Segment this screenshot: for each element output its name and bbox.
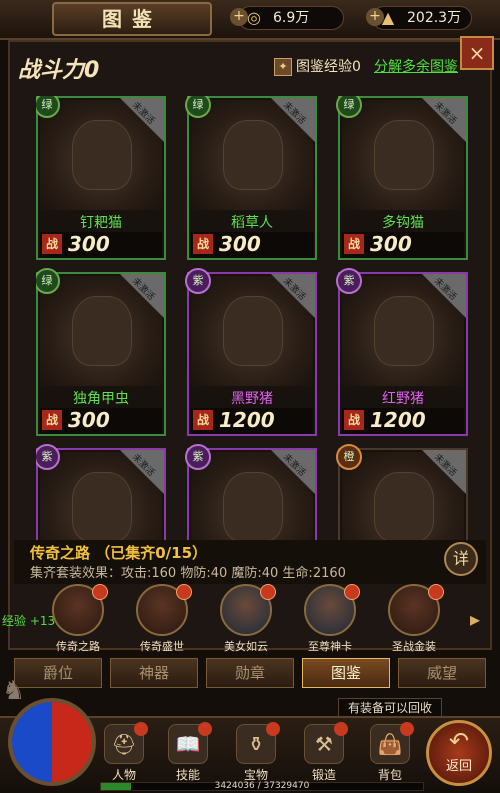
add-ingot-button[interactable]: + — [366, 8, 384, 26]
power-value: 300 — [68, 232, 110, 256]
menu-treasure-button[interactable]: ⚱ 宝物 — [228, 722, 284, 784]
notification-dot-icon — [344, 584, 360, 600]
resource-gold-display: ◎ 6.9万 — [238, 6, 344, 30]
set-item-label: 传奇之路 — [56, 640, 100, 653]
power-tag-icon: 战 — [193, 410, 213, 430]
power-tag-icon: 战 — [193, 234, 213, 254]
grade-badge: 紫 — [336, 268, 362, 294]
card-power: 战 300 — [40, 232, 162, 258]
set-title-text: 传奇之路 — [30, 544, 91, 562]
card-name: 钉耙猫 — [80, 215, 122, 231]
tab-collection[interactable]: 图鉴 — [302, 658, 390, 688]
power-value: 300 — [219, 232, 261, 256]
decompose-link[interactable]: 分解多余图鉴 — [374, 56, 458, 76]
power-tag-icon: 战 — [344, 234, 364, 254]
resource-gold-value: 6.9万 — [273, 10, 310, 26]
power-tag-icon: 战 — [344, 410, 364, 430]
set-info-panel: 传奇之路 （已集齐0/15） 集齐套装效果：攻击:160 物防:40 魔防:40… — [14, 540, 486, 584]
set-item-label: 传奇盛世 — [140, 640, 184, 653]
card-name: 独角甲虫 — [73, 391, 129, 407]
set-effect: 集齐套装效果：攻击:160 物防:40 魔防:40 生命:2160 — [30, 566, 346, 581]
grade-badge: 紫 — [185, 444, 211, 470]
card-power: 战 300 — [40, 408, 162, 434]
scroll-icon: ✦ — [274, 58, 292, 76]
card-name: 红野猪 — [382, 391, 424, 407]
power-tag-icon: 战 — [42, 410, 62, 430]
grade-badge: 紫 — [185, 268, 211, 294]
tab-medal[interactable]: 勋章 — [206, 658, 294, 688]
notification-dot-icon — [198, 722, 212, 736]
card-power: 战 1200 — [342, 408, 464, 434]
card-power: 战 1200 — [191, 408, 313, 434]
power-value: 1200 — [219, 408, 275, 432]
set-item[interactable]: 传奇盛世 — [130, 584, 194, 656]
card-name: 黑野猪 — [231, 391, 273, 407]
power-value: 300 — [68, 408, 110, 432]
return-label: 返回 — [445, 759, 472, 774]
tab-bar: 爵位 神器 勋章 图鉴 威望 — [10, 658, 490, 688]
card-power: 战 300 — [342, 232, 464, 258]
card-item[interactable]: 紫 未激活 — [185, 444, 317, 541]
return-button[interactable]: ↶ 返回 — [426, 720, 492, 786]
set-item-label: 美女如云 — [224, 640, 268, 653]
set-item[interactable]: 至尊神卡 — [298, 584, 362, 656]
card-power: 战 300 — [191, 232, 313, 258]
notification-dot-icon — [176, 584, 192, 600]
notification-dot-icon — [266, 722, 280, 736]
menu-bag-button[interactable]: 👜 背包 — [362, 722, 418, 784]
recycle-notice[interactable]: 有装备可以回收 — [338, 698, 442, 718]
card-name: 稻草人 — [231, 215, 273, 231]
card-item[interactable]: 紫 未激活 黑野猪 战 1200 — [185, 268, 317, 436]
menu-skill-button[interactable]: 📖 技能 — [160, 722, 216, 784]
power-tag-icon: 战 — [42, 234, 62, 254]
xp-text: 3424036 / 37329470 — [214, 781, 310, 791]
set-count: （已集齐0/15） — [95, 544, 208, 562]
close-button[interactable]: × — [460, 36, 494, 70]
set-item[interactable]: 传奇之路 — [46, 584, 110, 656]
card-item[interactable]: 绿 未激活 钉耙猫 战 300 — [36, 96, 166, 260]
notification-dot-icon — [134, 722, 148, 736]
card-item[interactable]: 紫 未激活 红野猪 战 1200 — [336, 268, 468, 436]
return-arrow-icon: ↶ — [448, 727, 470, 755]
set-detail-button[interactable]: 详 — [444, 542, 478, 576]
power-value: 300 — [370, 232, 412, 256]
set-item[interactable]: 美女如云 — [214, 584, 278, 656]
menu-character-button[interactable]: ⛑ 人物 — [96, 722, 152, 784]
tab-artifact[interactable]: 神器 — [110, 658, 198, 688]
resource-ingot-display: ▲ 202.3万 — [372, 6, 472, 30]
notification-dot-icon — [334, 722, 348, 736]
scroll-right-arrow-icon[interactable]: ▸ — [460, 604, 490, 634]
notification-dot-icon — [260, 584, 276, 600]
page-title: 图鉴 — [52, 2, 212, 36]
card-item[interactable]: 绿 未激活 多钩猫 战 300 — [336, 96, 468, 260]
add-gold-button[interactable]: + — [230, 8, 248, 26]
card-item[interactable]: 绿 未激活 稻草人 战 300 — [185, 96, 317, 260]
card-item[interactable]: 橙 未激活 — [336, 444, 468, 541]
power-value: 1200 — [370, 408, 426, 432]
menu-forge-button[interactable]: ⚒ 锻造 — [296, 722, 352, 784]
card-item[interactable]: 绿 未激活 独角甲虫 战 300 — [36, 268, 166, 436]
card-item[interactable]: 紫 未激活 — [36, 444, 166, 541]
collection-exp-label: 图鉴经验0 — [296, 59, 361, 75]
set-title: 传奇之路 （已集齐0/15） — [30, 542, 207, 563]
tab-prestige[interactable]: 威望 — [398, 658, 486, 688]
hp-mp-orb — [8, 698, 96, 786]
set-item-label: 圣战金装 — [392, 640, 436, 653]
combat-power: 战斗力0 — [18, 58, 100, 83]
grade-badge: 橙 — [336, 444, 362, 470]
notification-dot-icon — [428, 584, 444, 600]
notification-dot-icon — [92, 584, 108, 600]
set-item-label: 至尊神卡 — [308, 640, 352, 653]
set-item[interactable]: 圣战金装 — [382, 584, 446, 656]
collection-exp: ✦ 图鉴经验0 — [274, 56, 361, 76]
resource-ingot-value: 202.3万 — [407, 10, 462, 26]
card-name: 多钩猫 — [382, 215, 424, 231]
card-grid: 绿 未激活 钉耙猫 战 300 绿 未激活 稻草人 战 300 绿 未激活 多钩… — [36, 96, 468, 541]
notification-dot-icon — [400, 722, 414, 736]
dragon-icon: ♞ — [2, 676, 26, 706]
